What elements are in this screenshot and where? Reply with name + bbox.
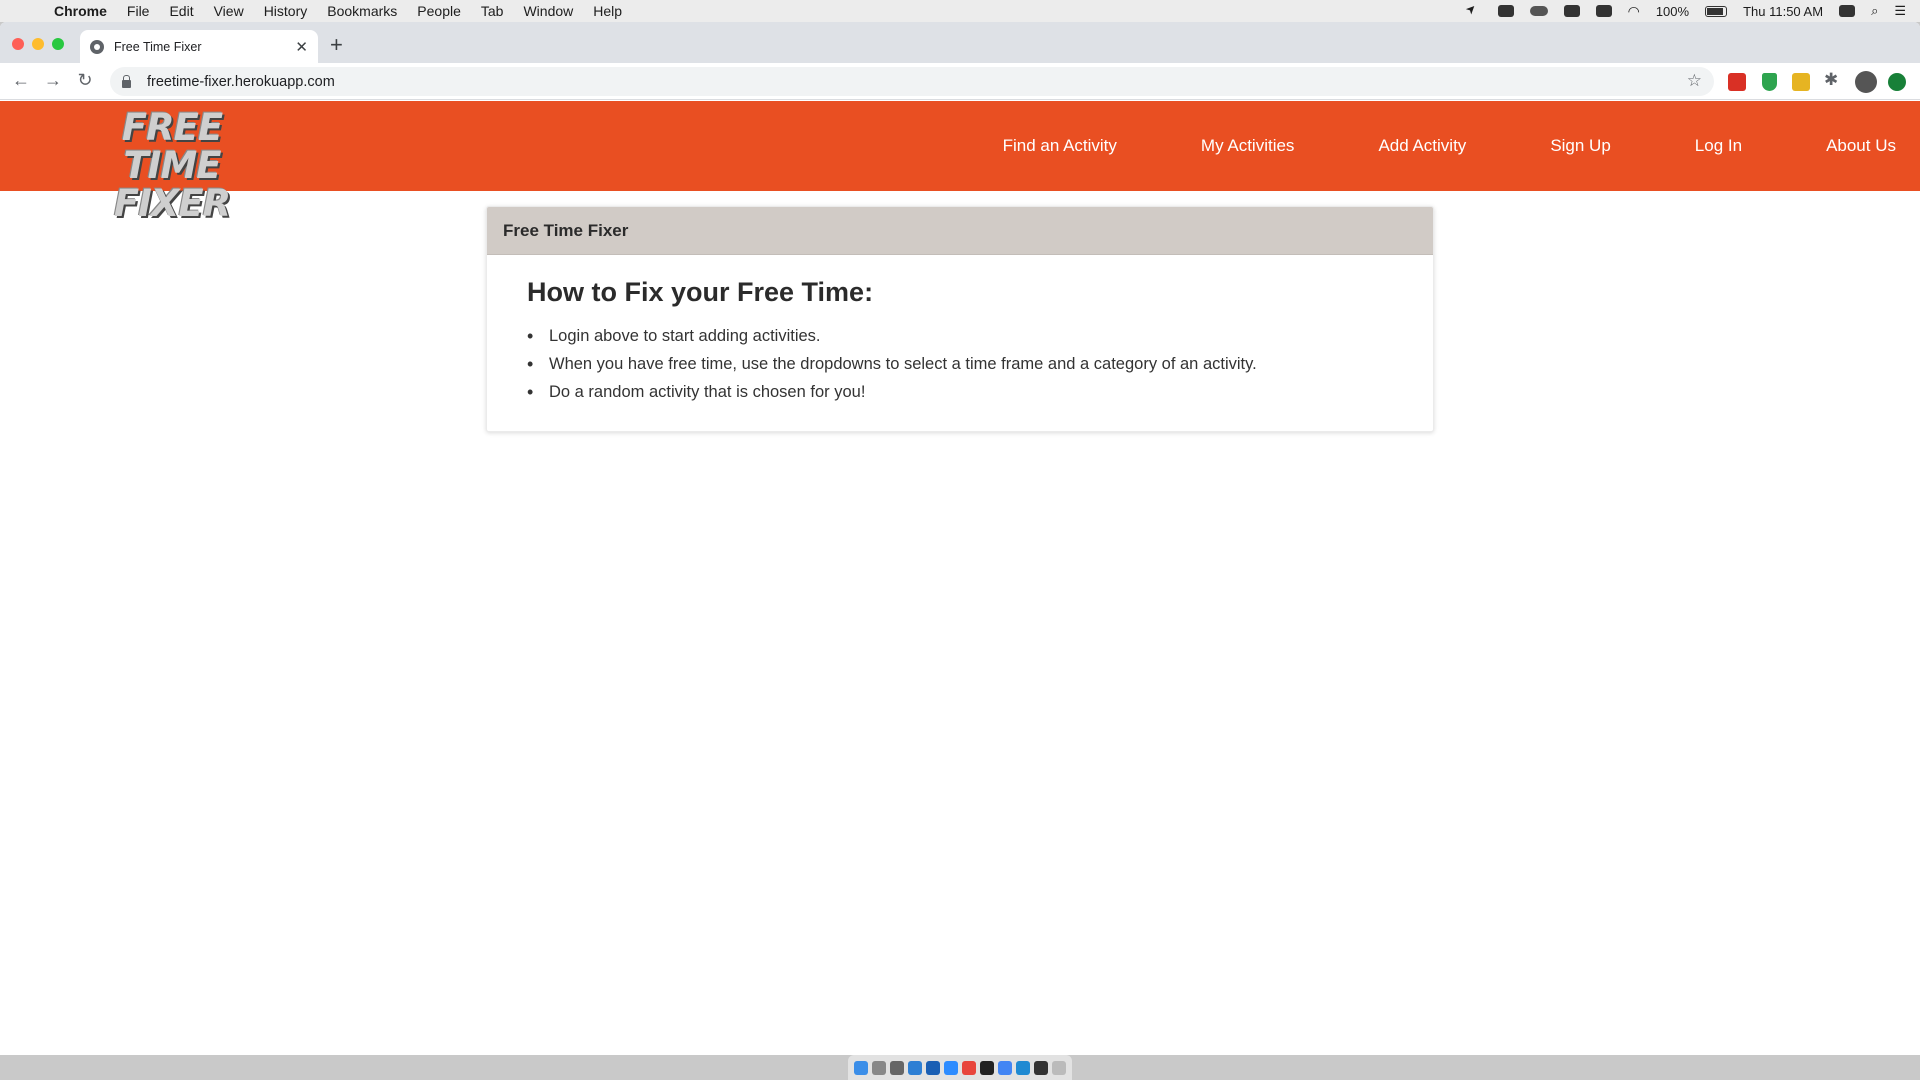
site-navbar: FREE TIME FIXER Find an Activity My Acti… — [0, 101, 1920, 223]
globe-icon — [90, 39, 104, 54]
card-header: Free Time Fixer — [487, 207, 1433, 255]
nav-about-us[interactable]: About Us — [1826, 136, 1896, 156]
browser-window: Free Time Fixer ✕ + ← → ↻ freetime-fixer… — [0, 22, 1920, 1055]
menu-help[interactable]: Help — [593, 3, 622, 19]
control-center-icon[interactable]: ☰ — [1894, 3, 1906, 19]
launchpad-icon[interactable] — [872, 1060, 886, 1075]
browser-toolbar: ← → ↻ freetime-fixer.herokuapp.com ☆ ✱ — [0, 63, 1920, 100]
zoom-app-icon[interactable] — [944, 1060, 958, 1075]
menubar-clock[interactable]: Thu 11:50 AM — [1743, 4, 1823, 19]
site-logo[interactable]: FREE TIME FIXER — [72, 109, 272, 223]
menu-view[interactable]: View — [214, 3, 244, 19]
reload-icon[interactable]: ↻ — [74, 70, 96, 91]
menu-edit[interactable]: Edit — [169, 3, 193, 19]
cloud-icon[interactable] — [1529, 6, 1548, 16]
calendar-icon[interactable] — [1839, 5, 1856, 17]
tab-strip: Free Time Fixer ✕ + — [0, 22, 1920, 63]
extension-calendar-icon[interactable] — [1728, 73, 1746, 91]
zoom-icon[interactable] — [1497, 5, 1514, 17]
close-window-button[interactable] — [12, 38, 24, 50]
extension-yellow-icon[interactable] — [1792, 73, 1810, 91]
logo-line-2: FIXER — [113, 182, 231, 225]
location-icon[interactable] — [1466, 5, 1482, 17]
menu-file[interactable]: File — [127, 3, 150, 19]
back-icon[interactable]: ← — [10, 70, 32, 91]
url-text[interactable]: freetime-fixer.herokuapp.com — [147, 74, 335, 90]
macos-dock — [848, 1055, 1072, 1080]
browser-tab[interactable]: Free Time Fixer ✕ — [80, 30, 318, 63]
minimize-window-button[interactable] — [32, 38, 44, 50]
menubar-status-area: ◠ 100% Thu 11:50 AM ⌕ ☰ — [1466, 0, 1906, 22]
profile-avatar[interactable] — [1855, 71, 1877, 93]
spotlight-icon[interactable]: ⌕ — [1871, 3, 1878, 19]
lock-icon[interactable] — [122, 74, 131, 88]
battery-percent: 100% — [1655, 3, 1690, 19]
extensions-puzzle-icon[interactable]: ✱ — [1824, 70, 1842, 89]
menu-window[interactable]: Window — [523, 3, 573, 19]
nav-find-activity[interactable]: Find an Activity — [1003, 136, 1117, 156]
terminal-icon[interactable] — [980, 1060, 994, 1075]
steps-list: Login above to start adding activities. … — [527, 322, 1393, 406]
finder-icon[interactable] — [854, 1060, 868, 1075]
nav-sign-up[interactable]: Sign Up — [1550, 136, 1610, 156]
extension-shield-icon[interactable] — [1762, 73, 1777, 91]
site-nav-links: Find an Activity My Activities Add Activ… — [919, 101, 1896, 191]
logo-line-1: FREE TIME — [121, 106, 223, 187]
menu-history[interactable]: History — [264, 3, 308, 19]
list-item: Login above to start adding activities. — [527, 322, 1393, 350]
system-app-icon[interactable] — [890, 1060, 904, 1075]
update-icon[interactable] — [1888, 73, 1906, 91]
chrome-icon[interactable] — [998, 1060, 1012, 1075]
trash-icon[interactable] — [1052, 1060, 1066, 1075]
macos-menu-bar: Chrome File Edit View History Bookmarks … — [0, 0, 1920, 22]
close-tab-icon[interactable]: ✕ — [295, 38, 308, 56]
list-item: When you have free time, use the dropdow… — [527, 350, 1393, 378]
list-item: Do a random activity that is chosen for … — [527, 378, 1393, 406]
new-tab-button[interactable]: + — [330, 34, 343, 56]
menu-tab[interactable]: Tab — [481, 3, 504, 19]
bookmark-star-icon[interactable]: ☆ — [1687, 71, 1702, 91]
clapper-icon[interactable] — [1563, 5, 1580, 17]
nav-log-in[interactable]: Log In — [1695, 136, 1742, 156]
airplay-icon[interactable] — [1595, 5, 1612, 17]
nav-my-activities[interactable]: My Activities — [1201, 136, 1295, 156]
slack-icon[interactable] — [962, 1060, 976, 1075]
card-body: How to Fix your Free Time: Login above t… — [487, 255, 1433, 428]
address-bar[interactable]: freetime-fixer.herokuapp.com ☆ — [110, 67, 1714, 96]
outlook-icon[interactable] — [926, 1060, 940, 1075]
tasks-icon[interactable] — [908, 1060, 922, 1075]
menu-bookmarks[interactable]: Bookmarks — [327, 3, 397, 19]
page-viewport: FREE TIME FIXER Find an Activity My Acti… — [0, 101, 1920, 1055]
menu-people[interactable]: People — [417, 3, 461, 19]
iterm-icon[interactable] — [1034, 1060, 1048, 1075]
nav-add-activity[interactable]: Add Activity — [1378, 136, 1466, 156]
vscode-icon[interactable] — [1016, 1060, 1030, 1075]
instructions-card: Free Time Fixer How to Fix your Free Tim… — [486, 206, 1434, 432]
wifi-icon[interactable]: ◠ — [1628, 3, 1640, 20]
maximize-window-button[interactable] — [52, 38, 64, 50]
battery-icon[interactable] — [1705, 5, 1728, 17]
card-heading: How to Fix your Free Time: — [527, 277, 874, 307]
menu-app-name[interactable]: Chrome — [54, 3, 107, 19]
forward-icon[interactable]: → — [42, 70, 64, 91]
tab-title: Free Time Fixer — [114, 39, 202, 54]
window-controls — [12, 38, 64, 50]
